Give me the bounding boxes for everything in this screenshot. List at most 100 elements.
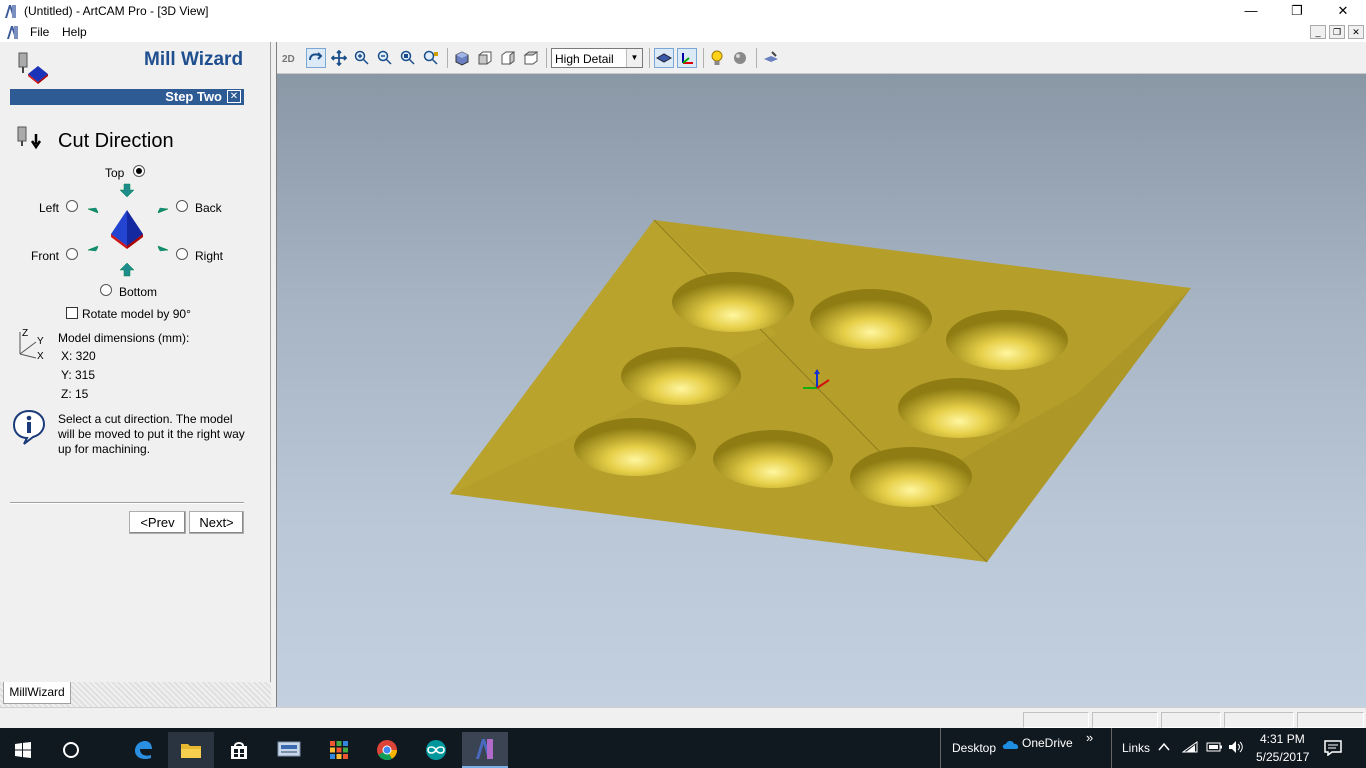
toolbar-chevron[interactable]: »: [1086, 730, 1093, 745]
iso-view-icon[interactable]: [452, 48, 472, 68]
volume-icon[interactable]: [1228, 740, 1244, 754]
maximize-button[interactable]: ❐: [1274, 0, 1320, 23]
onedrive-icon[interactable]: [1002, 738, 1020, 750]
cut-direction-heading: Cut Direction: [58, 130, 174, 152]
axis-x-label: X: [37, 351, 44, 362]
toolbar-separator: [546, 48, 547, 68]
tray-divider: [1111, 728, 1112, 768]
prev-button[interactable]: <Prev: [129, 511, 186, 534]
clock-date[interactable]: 5/25/2017: [1256, 750, 1309, 764]
toolbar-separator: [447, 48, 448, 68]
dimension-y: Y: 315: [61, 368, 96, 382]
direction-right-radio[interactable]: [176, 248, 188, 260]
wifi-icon[interactable]: [1182, 740, 1198, 754]
minimize-button[interactable]: —: [1228, 0, 1274, 23]
mdi-restore-button[interactable]: ❐: [1329, 25, 1345, 39]
arduino-icon[interactable]: [413, 732, 459, 768]
chrome-icon[interactable]: [364, 732, 410, 768]
window-title: (Untitled) - ArtCAM Pro - [3D View]: [24, 4, 209, 18]
taskbar: Desktop OneDrive » Links 4:31 PM 5/25/20…: [0, 728, 1366, 768]
toolbar-separator: [703, 48, 704, 68]
apps-grid-icon[interactable]: [316, 732, 362, 768]
detail-select[interactable]: High Detail ▼: [551, 48, 643, 68]
edge-icon[interactable]: [120, 732, 166, 768]
direction-top-radio[interactable]: [133, 165, 145, 177]
relief-model: [450, 219, 1191, 563]
direction-right-label: Right: [195, 249, 224, 263]
rotate-model-checkbox[interactable]: [66, 307, 78, 319]
toolbar-separator: [649, 48, 650, 68]
artcam-taskbar-icon[interactable]: [462, 732, 508, 768]
direction-back-label: Back: [195, 201, 222, 215]
close-button[interactable]: ✕: [1320, 0, 1366, 23]
wizard-title: Mill Wizard: [144, 49, 244, 70]
toolbar-separator: [756, 48, 757, 68]
control-panel-icon[interactable]: [266, 732, 312, 768]
material-icon[interactable]: [730, 48, 750, 68]
mdi-close-button[interactable]: ✕: [1348, 25, 1364, 39]
onedrive-label[interactable]: OneDrive: [1022, 736, 1073, 750]
zoom-out-icon[interactable]: [375, 48, 395, 68]
menu-file[interactable]: File: [30, 25, 49, 39]
artcam-app-icon[interactable]: [4, 4, 18, 19]
step-bar: Step Two ✕: [10, 89, 244, 105]
status-pane: [1161, 712, 1221, 728]
direction-bottom-radio[interactable]: [100, 284, 112, 296]
3d-view[interactable]: [277, 74, 1366, 707]
show-hidden-icons-icon[interactable]: [1158, 742, 1170, 752]
status-pane: [1297, 712, 1364, 728]
links-toolbar-label[interactable]: Links: [1122, 741, 1150, 755]
mill-wizard-panel: Mill Wizard Step Two ✕ Cut Direction Top…: [0, 42, 271, 707]
direction-left-label: Left: [39, 201, 60, 215]
zoom-in-icon[interactable]: [352, 48, 372, 68]
store-icon[interactable]: [216, 732, 262, 768]
direction-front-label: Front: [31, 249, 60, 263]
render-icon[interactable]: [761, 48, 781, 68]
axis-y-label: Y: [37, 336, 44, 347]
clock-time[interactable]: 4:31 PM: [1260, 732, 1305, 746]
detail-select-value: High Detail: [555, 52, 614, 66]
menu-help[interactable]: Help: [62, 25, 87, 39]
axis-z-label: Z: [22, 328, 29, 339]
direction-top-label: Top: [105, 166, 125, 180]
status-pane: [1092, 712, 1158, 728]
mdi-minimize-button[interactable]: _: [1310, 25, 1326, 39]
model-dimensions-heading: Model dimensions (mm):: [58, 331, 190, 345]
top-view-icon[interactable]: [521, 48, 541, 68]
start-button[interactable]: [0, 732, 46, 768]
direction-back-radio[interactable]: [176, 200, 188, 212]
light-icon[interactable]: [707, 48, 727, 68]
rotate-model-label: Rotate model by 90°: [82, 307, 191, 321]
title-bar: (Untitled) - ArtCAM Pro - [3D View] — ❐ …: [0, 0, 1366, 23]
side-view-icon[interactable]: [498, 48, 518, 68]
document-icon[interactable]: [6, 25, 20, 40]
info-text: Select a cut direction. The model will b…: [58, 412, 245, 456]
pan-icon[interactable]: [329, 48, 349, 68]
next-button[interactable]: Next>: [189, 511, 244, 534]
notifications-icon[interactable]: [1324, 740, 1342, 756]
zoom-fit-icon[interactable]: [421, 48, 441, 68]
chevron-down-icon[interactable]: ▼: [626, 49, 642, 67]
desktop-toolbar-label[interactable]: Desktop: [952, 741, 996, 755]
shaded-icon[interactable]: [654, 48, 674, 68]
step-close-button[interactable]: ✕: [227, 90, 241, 103]
battery-icon[interactable]: [1206, 741, 1222, 753]
direction-front-radio[interactable]: [66, 248, 78, 260]
front-view-icon[interactable]: [475, 48, 495, 68]
step-label: Step Two: [165, 89, 222, 104]
search-icon[interactable]: [48, 732, 94, 768]
direction-left-radio[interactable]: [66, 200, 78, 212]
menu-bar: File Help: [0, 23, 1366, 42]
cut-direction-icon: [17, 126, 42, 150]
axes-icon[interactable]: [677, 48, 697, 68]
svg-text:2D: 2D: [282, 54, 295, 65]
mill-wizard-icon: [18, 52, 48, 84]
file-explorer-icon[interactable]: [168, 732, 214, 768]
zoom-box-icon[interactable]: [398, 48, 418, 68]
rotate-icon[interactable]: [306, 48, 326, 68]
view-toolbar: 2D High Detail ▼: [277, 42, 1366, 74]
dimension-z: Z: 15: [61, 387, 89, 401]
tab-millwizard[interactable]: MillWizard: [3, 682, 71, 704]
2d-view-icon[interactable]: 2D: [281, 48, 301, 68]
status-bar: [0, 707, 1366, 728]
